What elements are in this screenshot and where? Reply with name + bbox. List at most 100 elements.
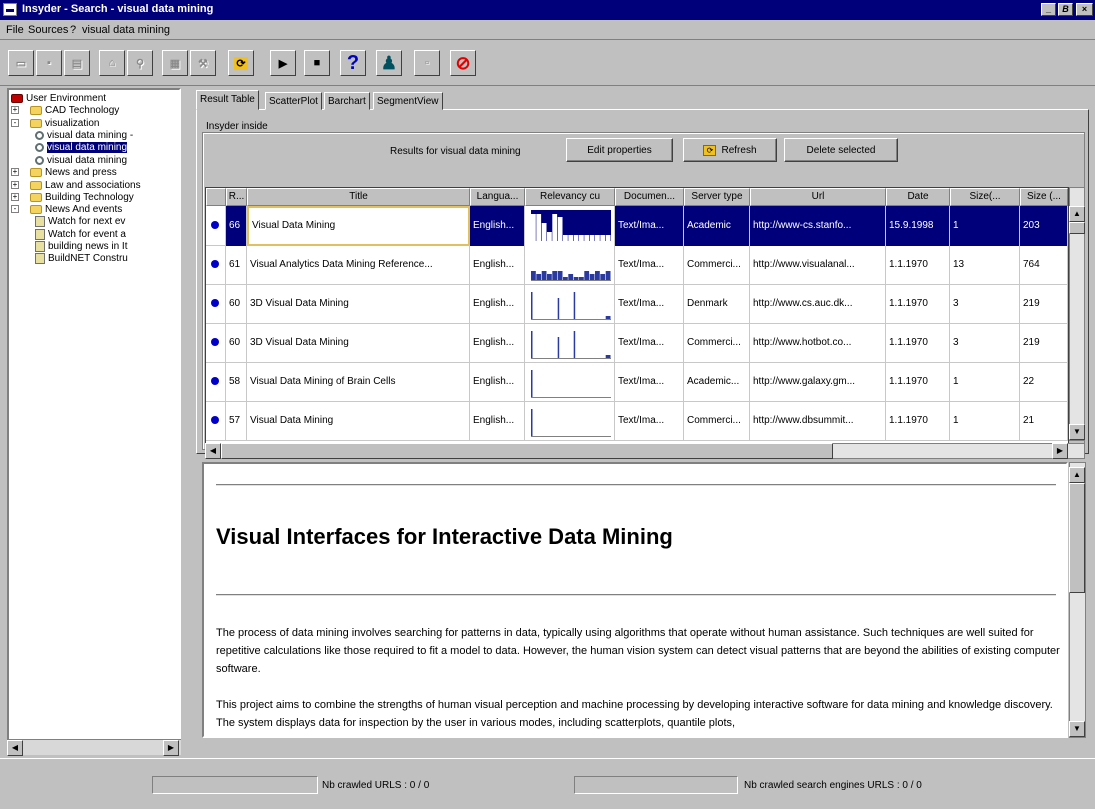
cell-title[interactable]: 3D Visual Data Mining <box>247 323 470 363</box>
scroll-right-icon[interactable]: ▶ <box>163 740 179 756</box>
table-row[interactable]: 57 Visual Data Mining English... Text/Ima..… <box>206 401 1068 441</box>
column-header[interactable]: Url <box>750 188 886 206</box>
expand-icon[interactable]: + <box>11 181 19 190</box>
table-scroll-thumb[interactable] <box>1069 222 1085 234</box>
scroll-up-icon[interactable]: ▲ <box>1069 206 1085 222</box>
cell-size1[interactable]: 3 <box>950 323 1020 363</box>
cell-size2[interactable]: 219 <box>1020 323 1068 363</box>
tree-item[interactable]: BuildNET Constru <box>35 253 128 265</box>
cell-lang[interactable]: English... <box>470 323 525 363</box>
cell-relevancy[interactable] <box>525 362 615 402</box>
cell-date[interactable]: 15.9.1998 <box>886 206 950 246</box>
cell-title[interactable]: Visual Analytics Data Mining Reference..… <box>247 245 470 285</box>
column-header[interactable]: Size (... <box>1020 188 1068 206</box>
tree-item[interactable]: Watch for next ev <box>35 216 125 228</box>
maximize-button[interactable]: B <box>1058 3 1073 16</box>
view-button[interactable]: ▦ <box>162 50 188 76</box>
column-header[interactable]: Langua... <box>470 188 525 206</box>
expand-icon[interactable]: + <box>11 168 19 177</box>
menu-file[interactable]: File <box>6 24 24 36</box>
expand-icon[interactable]: + <box>11 106 19 115</box>
column-header[interactable]: Relevancy cu <box>525 188 615 206</box>
collapse-icon[interactable]: - <box>11 205 19 214</box>
scroll-right-icon[interactable]: ▶ <box>1052 443 1068 459</box>
play-button[interactable]: ▶ <box>270 50 296 76</box>
cell-doc[interactable]: Text/Ima... <box>615 362 684 402</box>
tree-item[interactable]: visual data mining - <box>35 130 133 142</box>
cell-lang[interactable]: English... <box>470 362 525 402</box>
menu-current-query[interactable]: visual data mining <box>82 24 170 36</box>
agent-button[interactable]: ♟ <box>376 50 402 76</box>
source-tree[interactable]: User Environment + CAD Technology - visualiz… <box>7 88 181 752</box>
tree-item[interactable]: - News And events <box>11 204 122 216</box>
cell-relevancy[interactable] <box>525 245 615 285</box>
cell-date[interactable]: 1.1.1970 <box>886 362 950 402</box>
cell-url[interactable]: http://www.visualanal... <box>750 245 886 285</box>
document-vertical-scrollbar[interactable]: ▲ ▼ <box>1069 462 1086 738</box>
tools-button[interactable]: ⚒ <box>190 50 216 76</box>
tab-segmentview[interactable]: SegmentView <box>373 92 443 110</box>
tree-item[interactable]: + CAD Technology <box>11 105 119 117</box>
cell-size1[interactable]: 1 <box>950 206 1020 246</box>
help-button[interactable]: ? <box>340 50 366 76</box>
table-row[interactable]: 66 Visual Data Mining English... Text/Ima..… <box>206 206 1068 246</box>
cell-doc[interactable]: Text/Ima... <box>615 401 684 441</box>
cell-server[interactable]: Denmark <box>684 284 750 324</box>
column-header[interactable]: Size(... <box>950 188 1020 206</box>
column-header-marker[interactable] <box>206 188 226 206</box>
cell-relevancy[interactable] <box>525 401 615 441</box>
table-row[interactable]: 60 3D Visual Data Mining English... Text/Im… <box>206 284 1068 324</box>
scroll-down-icon[interactable]: ▼ <box>1069 424 1085 440</box>
open-button[interactable]: ▭ <box>8 50 34 76</box>
cell-server[interactable]: Academic <box>684 206 750 246</box>
results-table[interactable]: R... Title Langua... Relevancy cu Documen...… <box>205 187 1069 444</box>
scroll-down-icon[interactable]: ▼ <box>1069 721 1085 737</box>
cell-lang[interactable]: English... <box>470 284 525 324</box>
cell-size2[interactable]: 219 <box>1020 284 1068 324</box>
tab-scatterplot[interactable]: ScatterPlot <box>265 92 322 110</box>
tree-item[interactable]: User Environment <box>11 93 106 105</box>
cell-relevancy[interactable] <box>525 206 615 246</box>
edit-properties-button[interactable]: Edit properties <box>566 138 673 162</box>
cell-relevancy[interactable] <box>525 284 615 324</box>
cell-title[interactable]: 3D Visual Data Mining <box>247 284 470 324</box>
table-row[interactable]: 60 3D Visual Data Mining English... Text/Im… <box>206 323 1068 363</box>
cell-r[interactable]: 60 <box>226 323 247 363</box>
column-header[interactable]: Server type <box>684 188 750 206</box>
cell-server[interactable]: Commerci... <box>684 323 750 363</box>
column-header[interactable]: Documen... <box>615 188 684 206</box>
cell-lang[interactable]: English... <box>470 206 525 246</box>
document-preview[interactable]: Visual Interfaces for Interactive Data M… <box>202 462 1068 738</box>
cell-date[interactable]: 1.1.1970 <box>886 284 950 324</box>
cancel-button[interactable]: ⊘ <box>450 50 476 76</box>
app-icon[interactable] <box>3 3 17 16</box>
expand-icon[interactable]: + <box>11 193 19 202</box>
column-header[interactable]: Title <box>247 188 470 206</box>
list-button[interactable]: ▤ <box>64 50 90 76</box>
cell-url[interactable]: http://www.cs.auc.dk... <box>750 284 886 324</box>
tree-item[interactable]: + News and press <box>11 167 117 179</box>
cell-url[interactable]: http://www-cs.stanfo... <box>750 206 886 246</box>
cell-server[interactable]: Commerci... <box>684 401 750 441</box>
cell-size1[interactable]: 3 <box>950 284 1020 324</box>
tree-item[interactable]: + Building Technology <box>11 192 134 204</box>
cell-url[interactable]: http://www.dbsummit... <box>750 401 886 441</box>
table-vertical-scrollbar[interactable]: ▲ ▼ <box>1069 187 1085 441</box>
cell-doc[interactable]: Text/Ima... <box>615 206 684 246</box>
cell-lang[interactable]: English... <box>470 401 525 441</box>
cell-server[interactable]: Commerci... <box>684 245 750 285</box>
tree-item[interactable]: - visualization <box>11 118 99 130</box>
cell-r[interactable]: 60 <box>226 284 247 324</box>
menu-help[interactable]: ? <box>70 24 76 36</box>
scroll-left-icon[interactable]: ◀ <box>7 740 23 756</box>
tree-item[interactable]: building news in It <box>35 241 128 253</box>
cell-size1[interactable]: 1 <box>950 401 1020 441</box>
cell-r[interactable]: 57 <box>226 401 247 441</box>
cell-size2[interactable]: 22 <box>1020 362 1068 402</box>
cell-lang[interactable]: English... <box>470 245 525 285</box>
menu-sources[interactable]: Sources <box>28 24 68 36</box>
cell-url[interactable]: http://www.hotbot.co... <box>750 323 886 363</box>
cell-r[interactable]: 66 <box>226 206 247 246</box>
tree-horizontal-scrollbar[interactable]: ◀ ▶ <box>7 739 181 756</box>
collapse-icon[interactable]: - <box>11 119 19 128</box>
